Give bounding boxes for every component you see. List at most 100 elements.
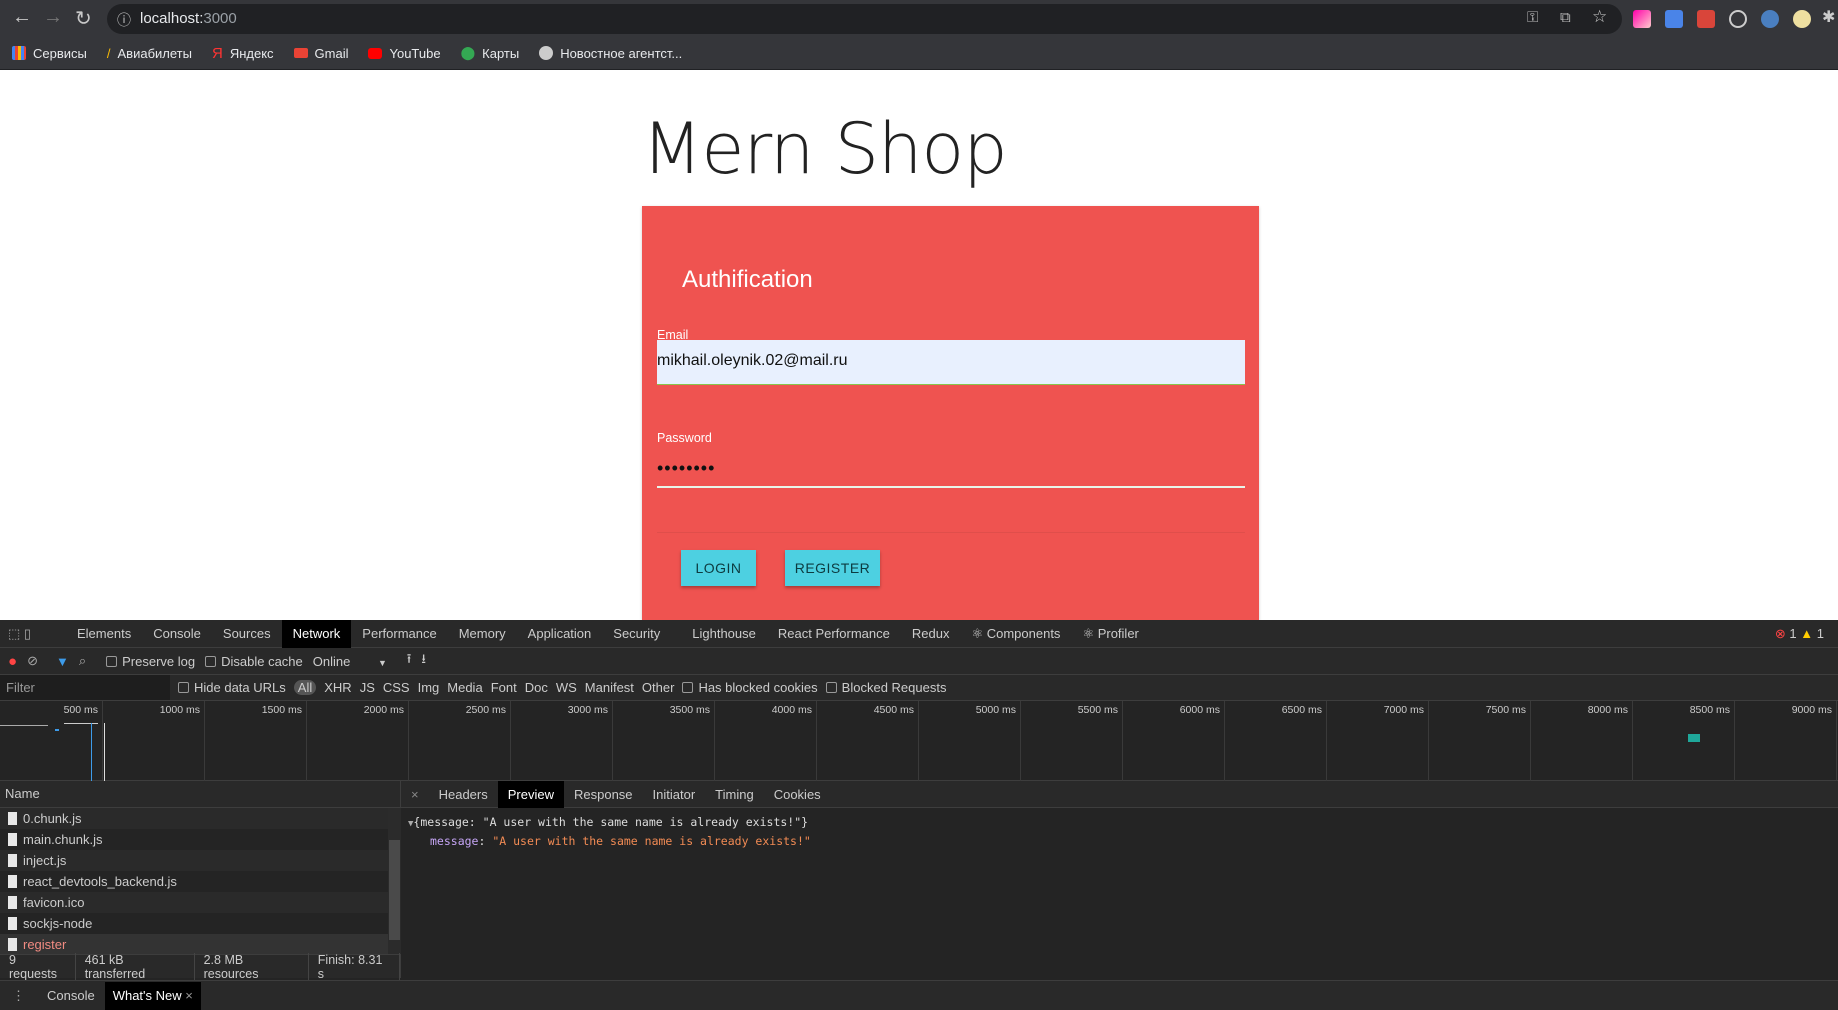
preserve-log-checkbox[interactable]: Preserve log [106,654,195,669]
detail-tab-timing[interactable]: Timing [705,781,764,808]
back-icon[interactable]: ← [12,6,32,29]
circle-extension-icon[interactable] [1761,10,1779,28]
drawer-tab-console[interactable]: Console [37,988,105,1003]
throttle-select[interactable]: Online ▼ [313,654,391,669]
timeline-gridline [204,701,205,781]
bookmark-news[interactable]: Новостное агентст... [539,46,682,61]
devtools-tab-performance[interactable]: Performance [351,620,447,648]
address-bar[interactable]: ⓘ localhost:3000 ⚿ ⧉ ☆ [107,4,1622,34]
bookmark-label: Сервисы [33,45,87,61]
bookmark-flights[interactable]: / Авиабилеты [107,46,192,61]
timeline-gridline [918,701,919,781]
extensions-puzzle-icon[interactable]: ✱ [1822,7,1835,27]
bookmark-youtube[interactable]: YouTube [368,45,441,61]
detail-tab-initiator[interactable]: Initiator [643,781,706,808]
login-button[interactable]: LOGIN [681,550,756,586]
filter-type-doc[interactable]: Doc [525,680,548,695]
issue-counts[interactable]: ⊗ 1 ▲ 1 [1775,626,1838,642]
target-extension-icon[interactable] [1729,10,1747,28]
drawer-tab-whats-new[interactable]: What's New × [104,981,201,1010]
devtools-tab-reactperformance[interactable]: React Performance [767,620,901,648]
request-row[interactable]: inject.js [0,850,388,871]
filter-icon[interactable]: ▼ [56,654,69,669]
timeline-gridline [306,701,307,781]
close-detail-icon[interactable]: × [401,787,429,802]
translate-icon[interactable]: ⧉ [1560,9,1571,26]
detail-tab-headers[interactable]: Headers [429,781,498,808]
filter-type-all[interactable]: All [293,680,317,695]
warning-icon: ▲ [1800,625,1817,641]
devtools-tab-lighthouse[interactable]: Lighthouse [681,620,767,648]
filter-type-media[interactable]: Media [447,680,482,695]
email-input[interactable]: mikhail.oleynik.02@mail.ru [657,340,1245,385]
timeline-tick-label: 6500 ms [1281,704,1322,716]
detail-tab-preview[interactable]: Preview [497,780,564,808]
timeline-tick-label: 8000 ms [1587,704,1628,716]
request-row[interactable]: main.chunk.js [0,829,388,850]
name-column-header[interactable]: Name [0,781,401,808]
password-input[interactable]: •••••••• [657,456,1245,488]
react-devtools-extension-icon[interactable] [1793,10,1811,28]
devtools-tab-profiler[interactable]: ⚛ Profiler [1071,620,1149,648]
request-row[interactable]: 0.chunk.js [0,808,388,829]
extension-icon[interactable] [1633,10,1651,28]
record-icon[interactable]: ● [8,653,17,670]
filter-type-css[interactable]: CSS [383,680,410,695]
scrollbar-thumb[interactable] [389,840,400,940]
devtools-tab-console[interactable]: Console [142,620,212,648]
google-translate-icon[interactable] [1665,10,1683,28]
filter-type-xhr[interactable]: XHR [324,680,351,695]
search-icon[interactable]: ⌕ [79,653,86,669]
blocked-requests-checkbox[interactable]: Blocked Requests [825,680,946,695]
hide-data-urls-checkbox[interactable]: Hide data URLs [178,680,286,695]
devtools-tab-sources[interactable]: Sources [212,620,282,648]
reload-icon[interactable]: ↻ [75,6,92,31]
disable-cache-checkbox[interactable]: Disable cache [205,654,303,669]
network-overview-timeline[interactable]: 500 ms 1000 ms 1500 ms 2000 ms 2500 ms 3000 m… [0,701,1838,781]
error-count: 1 [1789,625,1797,641]
preview-object-summary[interactable]: ▼{message: "A user with the same name is… [408,814,811,833]
property-value: "A user with the same name is already ex… [492,833,811,848]
devtools-tab-memory[interactable]: Memory [448,620,517,648]
filter-type-js[interactable]: JS [360,680,375,695]
devtools-tab-security[interactable]: Security [602,620,671,648]
inspect-device-icons[interactable]: ⬚ ▯ [0,626,66,642]
has-blocked-cookies-checkbox[interactable]: Has blocked cookies [682,680,818,695]
request-row[interactable]: favicon.ico [0,892,388,913]
property-key: message [430,833,479,848]
devtools-tab-components[interactable]: ⚛ Components [960,620,1071,648]
filter-type-manifest[interactable]: Manifest [585,680,634,695]
register-button[interactable]: REGISTER [785,550,880,586]
request-row[interactable]: react_devtools_backend.js [0,871,388,892]
react-perf-extension-icon[interactable] [1697,10,1715,28]
export-har-icon[interactable]: ⭳ [421,650,426,672]
info-icon[interactable]: ⓘ [117,10,131,30]
bookmark-maps[interactable]: ⬤ Карты [461,45,520,61]
filter-type-font[interactable]: Font [491,680,517,695]
drawer-menu-icon[interactable]: ⋮ [0,988,37,1004]
request-row[interactable]: sockjs-node [0,913,388,934]
devtools-tab-elements[interactable]: Elements [66,620,142,648]
request-name: react_devtools_backend.js [23,874,177,889]
key-icon[interactable]: ⚿ [1527,9,1538,26]
forward-icon[interactable]: → [43,6,63,29]
bookmark-label: YouTube [389,45,441,61]
bookmark-services[interactable]: Сервисы [12,46,87,61]
devtools-tab-redux[interactable]: Redux [901,620,961,648]
filter-type-other[interactable]: Other [642,680,675,695]
devtools-tab-network[interactable]: Network [281,619,352,648]
import-har-icon[interactable]: ⭱ [407,650,412,672]
bookmark-gmail[interactable]: Gmail [293,46,348,61]
timeline-bar [64,723,98,724]
timeline-gridline [1428,701,1429,781]
filter-input[interactable]: Filter [0,675,170,700]
bookmark-yandex[interactable]: Я Яндекс [212,45,274,62]
star-icon[interactable]: ☆ [1592,7,1607,27]
clear-icon[interactable]: ⊘ [27,653,38,669]
filter-type-img[interactable]: Img [418,680,440,695]
detail-tab-cookies[interactable]: Cookies [764,781,831,808]
detail-tab-response[interactable]: Response [564,781,643,808]
close-icon[interactable]: × [185,988,193,1003]
filter-type-ws[interactable]: WS [556,680,577,695]
devtools-tab-application[interactable]: Application [517,620,603,648]
